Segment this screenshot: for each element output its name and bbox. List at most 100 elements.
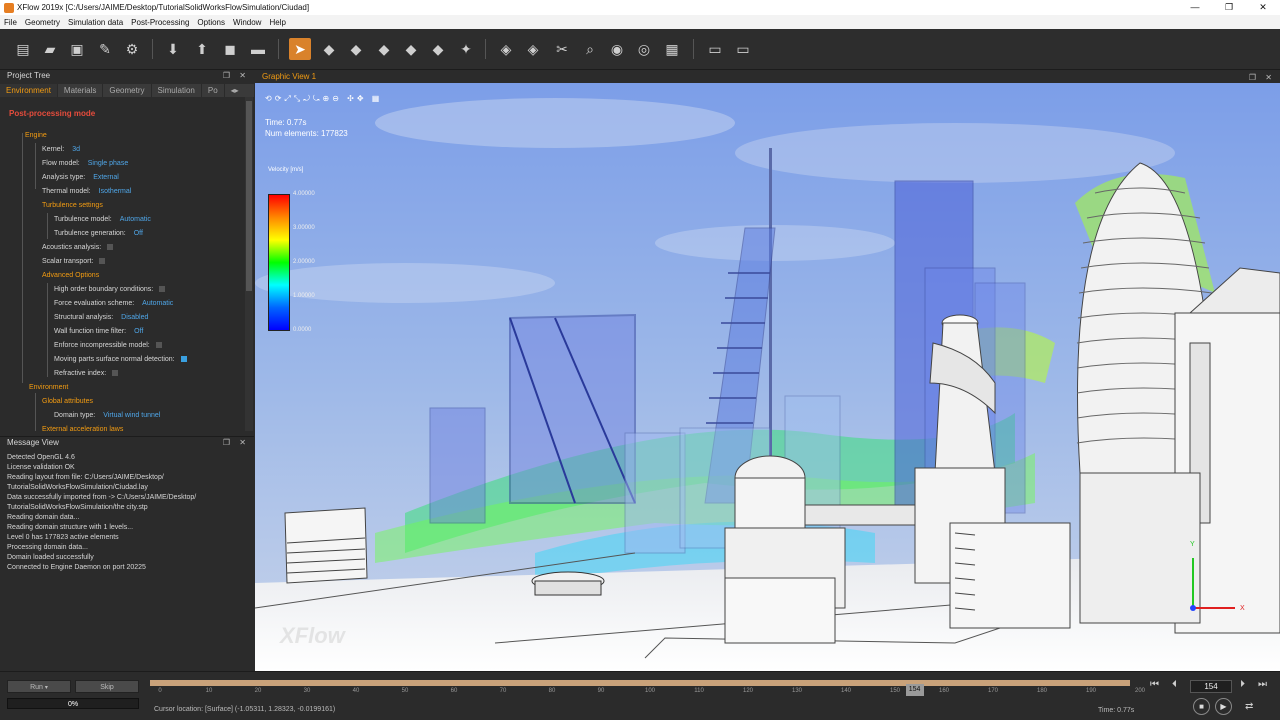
tab-post-processing[interactable]: Po [202, 84, 225, 97]
timeline-marker[interactable]: 154 [905, 684, 924, 696]
tree-row[interactable]: Scalar transport: [42, 256, 106, 268]
select-face-icon[interactable]: ◆ [373, 38, 395, 60]
probe-point-icon[interactable]: ◉ [606, 38, 628, 60]
tree-row[interactable]: External acceleration laws [42, 424, 123, 431]
close-button[interactable]: ✕ [1246, 0, 1280, 15]
tab-environment[interactable]: Environment [0, 84, 58, 97]
menu-help[interactable]: Help [269, 18, 285, 27]
undock-icon[interactable]: ❐ [223, 70, 230, 82]
tree-row[interactable]: Analysis type: External [42, 172, 119, 184]
tree-row[interactable]: Turbulence model: Automatic [54, 214, 151, 226]
tree-row[interactable]: Thermal model: Isothermal [42, 186, 131, 198]
select-part-icon[interactable]: ◆ [318, 38, 340, 60]
tree-checkbox[interactable] [107, 244, 114, 251]
num-elements-readout: Num elements: 177823 [265, 129, 348, 138]
tree-row[interactable]: Global attributes [42, 396, 93, 408]
tree-checkbox[interactable] [99, 258, 106, 265]
new-project-icon[interactable]: ▤ [12, 38, 34, 60]
transform-icon[interactable]: ◈ [495, 38, 517, 60]
select-vertex-icon[interactable]: ◆ [427, 38, 449, 60]
tree-checkbox[interactable] [180, 356, 187, 363]
window-layout-2-icon[interactable]: ▭ [732, 38, 754, 60]
boolean-icon[interactable]: ◈ [522, 38, 544, 60]
tree-row[interactable]: Force evaluation scheme: Automatic [54, 298, 173, 310]
save-icon[interactable]: ▣ [66, 38, 88, 60]
tree-row[interactable]: Domain type: Virtual wind tunnel [54, 410, 160, 422]
tree-row[interactable]: Refractive index: [54, 368, 119, 380]
menu-options[interactable]: Options [197, 18, 225, 27]
repair-tool-icon[interactable]: ✂ [551, 38, 573, 60]
select-region-icon[interactable]: ✦ [455, 38, 477, 60]
tree-row[interactable]: Turbulence generation: Off [54, 228, 143, 240]
tree-property-value[interactable]: External [93, 174, 119, 181]
edit-document-icon[interactable]: ✎ [94, 38, 116, 60]
next-frame-icon[interactable]: ⏵ [1240, 679, 1245, 690]
project-tree-scrollbar[interactable] [245, 97, 253, 431]
graphic-view-viewport[interactable]: ⟲⟳⤢⤡⤾⤿⊕⊖ ✣✥ ▦ Time: 0.77s Num elements: … [255, 83, 1280, 671]
first-frame-icon[interactable]: ⏮ [1150, 679, 1159, 690]
tree-property-label: High order boundary conditions: [54, 286, 154, 293]
minimize-button[interactable]: — [1178, 0, 1212, 15]
tree-row[interactable]: Structural analysis: Disabled [54, 312, 148, 324]
tree-property-value[interactable]: Isothermal [99, 188, 132, 195]
play-icon[interactable]: ▶ [1215, 698, 1232, 715]
cube-icon[interactable]: ◼ [219, 38, 241, 60]
tree-row[interactable]: High order boundary conditions: [54, 284, 166, 296]
tree-property-value[interactable]: 3d [72, 146, 80, 153]
tree-row[interactable]: Engine [25, 130, 47, 142]
tree-row[interactable]: Turbulence settings [42, 200, 103, 212]
tree-row[interactable]: Acoustics analysis: [42, 242, 114, 254]
menu-window[interactable]: Window [233, 18, 261, 27]
clapperboard-icon[interactable]: ▦ [661, 38, 683, 60]
skip-button[interactable]: Skip [75, 680, 139, 693]
tree-row[interactable]: Kernel: 3d [42, 144, 80, 156]
stop-playback-icon[interactable]: ■ [1193, 698, 1210, 715]
select-pointer-icon[interactable]: ➤ [289, 38, 311, 60]
tree-property-value[interactable]: Off [134, 230, 143, 237]
export-icon[interactable]: ⬆ [191, 38, 213, 60]
tree-property-value[interactable]: Single phase [88, 160, 128, 167]
gear-icon[interactable]: ⚙ [121, 38, 143, 60]
previous-frame-icon[interactable]: ⏴ [1172, 679, 1177, 690]
run-button[interactable]: Run ▾ [7, 680, 71, 693]
tree-property-value[interactable]: Off [134, 328, 143, 335]
tree-property-value[interactable]: Virtual wind tunnel [103, 412, 160, 419]
tab-geometry[interactable]: Geometry [103, 84, 152, 97]
menu-file[interactable]: File [4, 18, 17, 27]
menu-geometry[interactable]: Geometry [25, 18, 60, 27]
open-folder-icon[interactable]: ▰ [39, 38, 61, 60]
tree-checkbox[interactable] [155, 342, 162, 349]
frame-input[interactable]: 154 [1190, 680, 1232, 693]
tree-checkbox[interactable] [112, 370, 119, 377]
graphic-view-tab[interactable]: Graphic View 1 [255, 72, 316, 81]
maximize-button[interactable]: ❐ [1212, 0, 1246, 15]
window-layout-icon[interactable]: ▭ [704, 38, 726, 60]
tree-row[interactable]: Flow model: Single phase [42, 158, 128, 170]
tree-row[interactable]: Wall function time filter: Off [54, 326, 143, 338]
menu-simulation-data[interactable]: Simulation data [68, 18, 123, 27]
last-frame-icon[interactable]: ⏭ [1258, 679, 1267, 690]
timeline-track[interactable] [150, 680, 1130, 686]
tree-property-value[interactable]: Disabled [121, 314, 148, 321]
tree-row[interactable]: Moving parts surface normal detection: [54, 354, 187, 366]
tree-property-value[interactable]: Automatic [142, 300, 173, 307]
select-body-icon[interactable]: ◆ [345, 38, 367, 60]
tab-scroll-arrows-icon[interactable]: ◂▸ [225, 84, 245, 97]
select-edge-icon[interactable]: ◆ [400, 38, 422, 60]
tree-row[interactable]: Environment [29, 382, 68, 394]
tree-row[interactable]: Enforce incompressible model: [54, 340, 162, 352]
view-navigation-icons[interactable]: ⟲⟳⤢⤡⤾⤿⊕⊖ ✣✥ ▦ [265, 94, 382, 104]
tree-row[interactable]: Advanced Options [42, 270, 99, 282]
close-panel-icon[interactable]: ✕ [239, 70, 246, 82]
inspect-zoom-icon[interactable]: ⌕ [579, 38, 601, 60]
menu-post-processing[interactable]: Post-Processing [131, 18, 189, 27]
tree-property-value[interactable]: Automatic [120, 216, 151, 223]
ruler-icon[interactable]: ▬ [247, 38, 269, 60]
tree-checkbox[interactable] [159, 286, 166, 293]
tree-property-label: Structural analysis: [54, 314, 114, 321]
import-icon[interactable]: ⬇ [162, 38, 184, 60]
tab-materials[interactable]: Materials [58, 84, 104, 97]
probe-surface-icon[interactable]: ◎ [633, 38, 655, 60]
loop-icon[interactable]: ⇄ [1245, 701, 1253, 712]
tab-simulation[interactable]: Simulation [152, 84, 202, 97]
